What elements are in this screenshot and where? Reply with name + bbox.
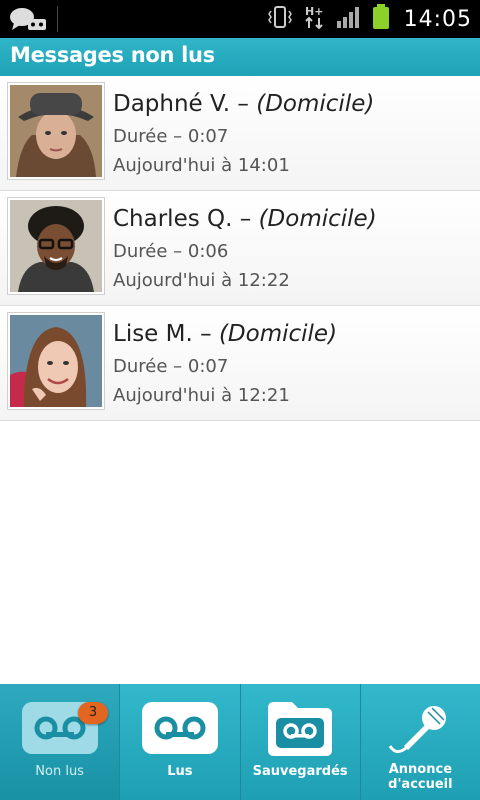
tab-label-line-1: Annonce	[388, 762, 453, 777]
message-duration: Durée – 0:06	[113, 241, 229, 262]
avatar	[8, 313, 104, 409]
page-header: Messages non lus	[0, 38, 480, 76]
signal-icon	[336, 5, 362, 33]
message-list: Daphné V. – (Domicile) Durée – 0:07 Aujo…	[0, 76, 480, 421]
message-date: Aujourd'hui à 12:21	[113, 385, 290, 406]
tab-non-lus[interactable]: 3 Non lus	[0, 684, 121, 800]
bottom-tab-bar: 3 Non lus Lus Sauvegardés Annonce d'accu…	[0, 684, 480, 800]
voicemail-icon	[141, 700, 218, 760]
message-duration: Durée – 0:07	[113, 356, 229, 377]
message-duration: Durée – 0:07	[113, 126, 229, 147]
tab-label: Lus	[167, 764, 193, 779]
caller-name: Lise M.	[113, 321, 193, 347]
caller-place: (Domicile)	[258, 206, 377, 232]
tab-annonce-accueil[interactable]: Annonce d'accueil	[360, 684, 480, 800]
avatar	[8, 83, 104, 179]
message-row[interactable]: Daphné V. – (Domicile) Durée – 0:07 Aujo…	[0, 76, 480, 191]
avatar	[8, 198, 104, 294]
status-separator	[57, 6, 58, 32]
network-h-plus-icon: H+	[304, 4, 326, 34]
tab-lus[interactable]: Lus	[120, 684, 241, 800]
messages-icon	[8, 6, 48, 32]
battery-icon	[372, 4, 390, 34]
status-time: 14:05	[403, 6, 472, 32]
message-row[interactable]: Lise M. – (Domicile) Durée – 0:07 Aujour…	[0, 306, 480, 421]
status-bar: H+ 14:05	[0, 0, 480, 38]
unread-count-badge: 3	[78, 702, 108, 724]
microphone-icon	[388, 702, 452, 762]
caller-name-line: Daphné V. – (Domicile)	[113, 91, 375, 117]
saved-folder-icon	[266, 698, 334, 762]
caller-place: (Domicile)	[256, 91, 375, 117]
tab-label: Sauvegardés	[252, 764, 348, 779]
message-date: Aujourd'hui à 14:01	[113, 155, 290, 176]
vibrate-icon	[266, 5, 294, 33]
caller-name-line: Charles Q. – (Domicile)	[113, 206, 377, 232]
svg-text:H+: H+	[305, 5, 323, 18]
tab-label-line-2: d'accueil	[388, 777, 453, 792]
tab-label: Non lus	[35, 764, 84, 779]
caller-name-line: Lise M. – (Domicile)	[113, 321, 338, 347]
tab-label: Annonce d'accueil	[361, 762, 480, 792]
page-title: Messages non lus	[10, 43, 215, 67]
tab-sauvegardes[interactable]: Sauvegardés	[240, 684, 361, 800]
caller-place: (Domicile)	[218, 321, 338, 347]
message-row[interactable]: Charles Q. – (Domicile) Durée – 0:06 Auj…	[0, 191, 480, 306]
caller-name: Charles Q.	[113, 206, 233, 232]
caller-name: Daphné V.	[113, 91, 231, 117]
message-date: Aujourd'hui à 12:22	[113, 270, 290, 291]
